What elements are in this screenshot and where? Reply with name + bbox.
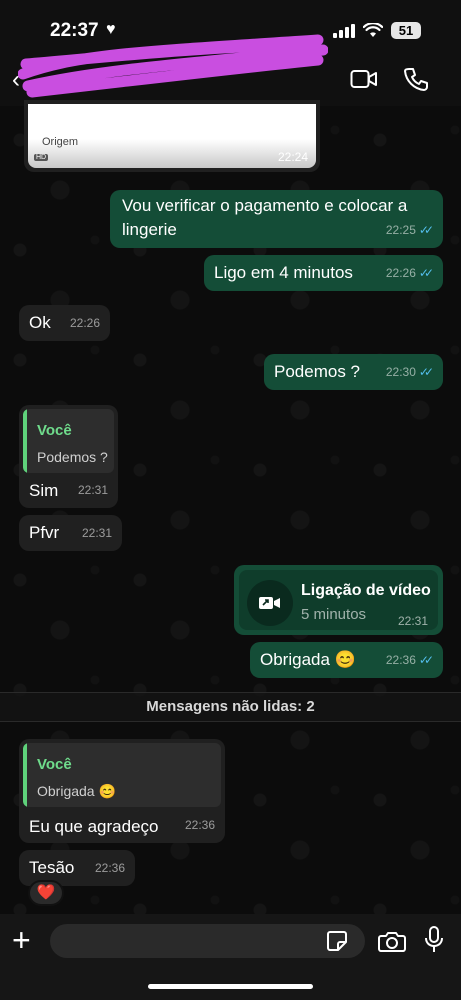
outgoing-message[interactable]: Ligo em 4 minutos 22:26 ✓✓ (204, 255, 443, 291)
message-time: 22:31 (397, 614, 428, 628)
message-time: 22:30 (385, 365, 416, 379)
hd-badge: HD (34, 154, 49, 161)
message-time: 22:31 (81, 526, 112, 540)
chat-header: ‹ (0, 34, 461, 106)
wifi-icon (363, 23, 383, 37)
message-meta: 22:36 ✓✓ (385, 648, 434, 672)
quote-bar (23, 743, 27, 807)
phone-icon[interactable] (403, 66, 429, 92)
quote-author: Você (37, 756, 72, 773)
outgoing-message[interactable]: Podemos ? 22:30 ✓✓ (264, 354, 443, 390)
incoming-message[interactable]: Você Podemos ? Sim 22:31 (19, 405, 118, 508)
message-meta: 22:31 (78, 478, 108, 502)
incoming-message[interactable]: Você Obrigada 😊 Eu que agradeço 22:36 (19, 739, 225, 843)
heart-reaction-icon[interactable]: ❤️ (28, 880, 64, 906)
message-meta: 22:30 ✓✓ (385, 360, 434, 384)
video-call-message[interactable]: Ligação de vídeo 5 minutos 22:31 (234, 565, 443, 635)
battery-icon: 51 (391, 22, 421, 39)
status-icons: 51 (333, 22, 421, 39)
message-time: 22:36 (385, 653, 416, 667)
read-ticks-icon: ✓✓ (418, 365, 434, 379)
read-ticks-icon: ✓✓ (418, 266, 434, 280)
read-ticks-icon: ✓✓ (418, 653, 434, 667)
image-caption: Origem (42, 136, 79, 148)
quote-text: Obrigada 😊 (37, 783, 116, 799)
message-time: 22:24 (277, 150, 308, 164)
message-time: 22:36 (184, 818, 215, 832)
image-preview[interactable]: Origem HD 22:24 (28, 104, 316, 168)
signal-icon (333, 23, 355, 38)
read-ticks-icon: ✓✓ (418, 223, 434, 237)
message-meta: 22:36 (185, 813, 215, 837)
camera-icon[interactable] (378, 930, 406, 952)
message-meta: 22:26 ✓✓ (385, 261, 434, 285)
message-meta: 22:31 (82, 521, 112, 545)
home-indicator (148, 984, 313, 989)
microphone-icon[interactable] (424, 926, 444, 954)
video-call-icon (247, 580, 293, 626)
outgoing-message[interactable]: Vou verificar o pagamento e colocar a li… (110, 190, 443, 248)
message-input[interactable] (50, 924, 365, 958)
video-call-card[interactable]: Ligação de vídeo 5 minutos 22:31 (239, 570, 438, 630)
outgoing-message[interactable]: Obrigada 😊 22:36 ✓✓ (250, 642, 443, 678)
message-time: 22:26 (69, 316, 100, 330)
unread-divider: Mensagens não lidas: 2 (0, 692, 461, 722)
call-title: Ligação de vídeo (301, 582, 431, 599)
quote-author: Você (37, 422, 72, 439)
plus-icon[interactable]: + (12, 924, 31, 956)
quote-text: Podemos ? (37, 449, 108, 465)
quote-bar (23, 409, 27, 473)
message-time: 22:36 (94, 861, 125, 875)
sticker-icon[interactable] (326, 930, 348, 952)
incoming-message[interactable]: Ok 22:26 (19, 305, 110, 341)
message-time: 22:31 (77, 483, 108, 497)
message-time: 22:26 (385, 266, 416, 280)
input-bar: + (0, 914, 461, 1000)
message-text: Eu que agradeço (29, 817, 159, 836)
message-meta: 22:25 ✓✓ (385, 218, 434, 242)
call-duration: 5 minutos (301, 606, 367, 623)
message-time: 22:25 (385, 223, 416, 237)
video-call-icon[interactable] (350, 68, 378, 90)
message-meta: 22:36 (95, 856, 125, 880)
quoted-message[interactable]: Você Obrigada 😊 (23, 743, 221, 807)
message-text: Sim (29, 481, 59, 500)
message-text: Vou verificar o pagamento e colocar a li… (122, 196, 408, 239)
image-message[interactable]: Origem HD 22:24 (24, 100, 320, 172)
incoming-message[interactable]: Pfvr 22:31 (19, 515, 122, 551)
quoted-message[interactable]: Você Podemos ? (23, 409, 114, 473)
redaction-scribble (18, 34, 328, 98)
message-meta: 22:26 (70, 311, 100, 335)
